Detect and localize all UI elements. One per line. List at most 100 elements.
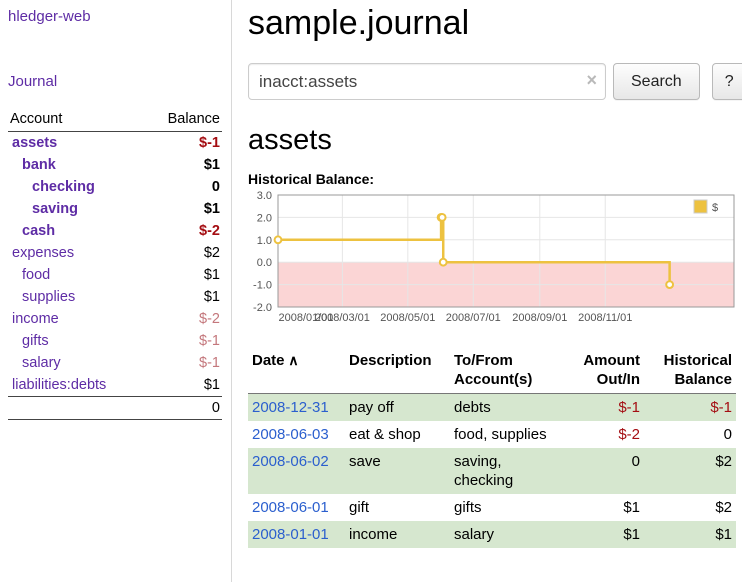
account-balance: $1 — [145, 154, 222, 176]
balance-cell: $2 — [644, 448, 736, 494]
y-tick-label: 2.0 — [257, 212, 272, 224]
description-cell: eat & shop — [345, 421, 450, 448]
account-row: liabilities:debts $1 — [8, 374, 222, 397]
account-row: expenses$2 — [8, 242, 222, 264]
description-cell: income — [345, 521, 450, 548]
account-row: assets$-1 — [8, 132, 222, 155]
date-cell: 2008-12-31 — [248, 394, 345, 422]
legend-label: $ — [712, 202, 718, 214]
description-cell: gift — [345, 494, 450, 521]
accounts-total-spacer — [8, 397, 145, 420]
date-link[interactable]: 2008-12-31 — [252, 399, 329, 416]
register-header-row: Date ∧DescriptionTo/FromAccount(s)Amount… — [248, 349, 736, 394]
sort-ascending-icon: ∧ — [285, 352, 299, 368]
account-name-cell: salary — [8, 352, 145, 374]
account-balance: $-1 — [145, 330, 222, 352]
register-row: 2008-01-01incomesalary$1$1 — [248, 521, 736, 548]
journal-link[interactable]: Journal — [8, 73, 231, 90]
clear-search-icon[interactable]: × — [586, 70, 597, 90]
chart-title: Historical Balance: — [248, 171, 742, 187]
account-name-cell: gifts — [8, 330, 145, 352]
account-balance: $1 — [145, 286, 222, 308]
app-title-link[interactable]: hledger-web — [8, 8, 231, 25]
account-link-gifts[interactable]: gifts — [22, 333, 49, 349]
account-link-supplies[interactable]: supplies — [22, 289, 75, 305]
accounts-total-balance: 0 — [145, 397, 222, 420]
x-tick-label: 2008/05/01 — [380, 312, 435, 324]
account-link-expenses[interactable]: expenses — [12, 245, 74, 261]
accounts-cell: food, supplies — [450, 421, 562, 448]
register-row: 2008-06-01 giftgifts$1$2 — [248, 494, 736, 521]
amount-cell: $-2 — [562, 421, 644, 448]
account-row: food$1 — [8, 264, 222, 286]
accounts-table: Account Balance assets$-1bank$1checking0… — [8, 108, 222, 420]
chart-legend: $ — [694, 200, 718, 214]
y-tick-label: -2.0 — [253, 302, 272, 314]
accounts-total-row: 0 — [8, 397, 222, 420]
date-cell: 2008-06-01 — [248, 494, 345, 521]
account-balance: $1 — [145, 374, 222, 397]
date-cell: 2008-01-01 — [248, 521, 345, 548]
date-link[interactable]: 2008-01-01 — [252, 526, 329, 543]
account-link-income[interactable]: income — [12, 311, 59, 327]
help-button[interactable]: ? — [712, 63, 742, 100]
register-row: 2008-06-03 eat & shopfood, supplies$-20 — [248, 421, 736, 448]
account-link-food[interactable]: food — [22, 267, 50, 283]
accounts-cell: salary — [450, 521, 562, 548]
date-link[interactable]: 2008-06-01 — [252, 499, 329, 516]
y-tick-label: 0.0 — [257, 257, 272, 269]
search-button[interactable]: Search — [613, 63, 700, 100]
account-name-cell: checking — [8, 176, 145, 198]
x-tick-label: 2008/11/01 — [578, 312, 632, 324]
register-header-description: Description — [345, 349, 450, 394]
chart-point-marker — [439, 214, 446, 221]
amount-cell: $-1 — [562, 394, 644, 422]
date-link[interactable]: 2008-06-02 — [252, 453, 329, 470]
account-name-cell: expenses — [8, 242, 145, 264]
account-balance: $1 — [145, 198, 222, 220]
header-label: Date — [252, 352, 285, 369]
amount-cell: $1 — [562, 494, 644, 521]
accounts-header-account: Account — [8, 108, 145, 132]
chart-point-marker — [440, 259, 447, 266]
balance-cell: $1 — [644, 521, 736, 548]
account-balance: $-2 — [145, 308, 222, 330]
account-name-cell: liabilities:debts — [8, 374, 145, 397]
account-link-salary[interactable]: salary — [22, 355, 61, 371]
account-link-checking[interactable]: checking — [32, 179, 95, 195]
historical-balance-chart: 3.02.01.00.0-1.0-2.02008/01/012008/03/01… — [248, 189, 735, 335]
date-link[interactable]: 2008-06-03 — [252, 426, 329, 443]
account-heading: assets — [248, 124, 742, 157]
account-link-saving[interactable]: saving — [32, 201, 78, 217]
account-row: cash$-2 — [8, 220, 222, 242]
search-input[interactable] — [248, 63, 606, 100]
account-link-bank[interactable]: bank — [22, 157, 56, 173]
account-name-cell: income — [8, 308, 145, 330]
register-header-amount: AmountOut/In — [562, 349, 644, 394]
account-link-liabilities-debts[interactable]: liabilities:debts — [12, 377, 106, 393]
account-name-cell: supplies — [8, 286, 145, 308]
register-table: Date ∧DescriptionTo/FromAccount(s)Amount… — [248, 349, 736, 548]
search-input-wrap: × — [248, 63, 606, 100]
register-header-date[interactable]: Date ∧ — [248, 349, 345, 394]
account-link-assets[interactable]: assets — [12, 135, 57, 151]
sidebar: hledger-web Journal Account Balance asse… — [0, 0, 232, 582]
account-balance: 0 — [145, 176, 222, 198]
date-cell: 2008-06-03 — [248, 421, 345, 448]
search-form: × Search ? — [248, 63, 742, 100]
accounts-header-balance: Balance — [145, 108, 222, 132]
account-row: saving $1 — [8, 198, 222, 220]
amount-cell: $1 — [562, 521, 644, 548]
description-cell: save — [345, 448, 450, 494]
account-row: supplies $1 — [8, 286, 222, 308]
y-tick-label: 1.0 — [257, 235, 272, 247]
header-label-line2: Balance — [674, 371, 732, 388]
balance-cell: $2 — [644, 494, 736, 521]
account-name-cell: bank — [8, 154, 145, 176]
balance-cell: 0 — [644, 421, 736, 448]
account-link-cash[interactable]: cash — [22, 223, 55, 239]
account-row: income $-2 — [8, 308, 222, 330]
accounts-cell: gifts — [450, 494, 562, 521]
page-title: sample.journal — [248, 4, 742, 43]
page: hledger-web Journal Account Balance asse… — [0, 0, 742, 582]
